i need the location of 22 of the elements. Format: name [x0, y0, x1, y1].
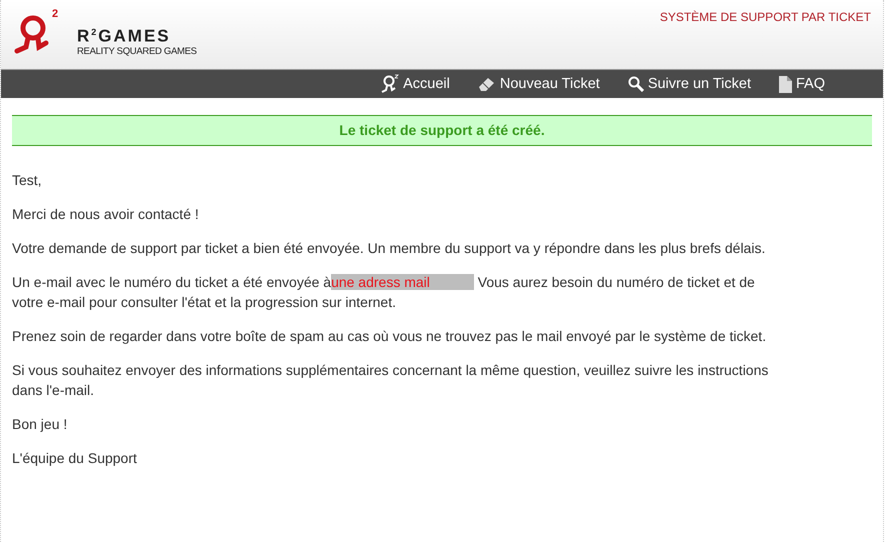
eraser-icon: [478, 76, 496, 92]
message-paragraph: Si vous souhaitez envoyer des informations supplémentaires concernant la même question, veuillez suivre les instructions dans l'e-mail.: [12, 361, 770, 400]
message-paragraph: Votre demande de support par ticket a bien été envoyée. Un membre du support va y répondre dans les plus brefs délais.: [12, 239, 766, 258]
email-address: une adress mail: [331, 274, 474, 290]
document-icon: [778, 76, 792, 92]
site-title: SYSTÈME DE SUPPORT PAR TICKET: [660, 9, 872, 24]
message-paragraph: Test,: [12, 171, 43, 190]
success-banner: Le ticket de support a été créé.: [12, 115, 872, 146]
nav-link[interactable]: Nouveau Ticket: [478, 76, 600, 92]
brand-tagline: REALITY SQUARED GAMES: [77, 46, 197, 57]
logo-superscript: 2: [52, 8, 58, 20]
message-paragraph: Un e-mail avec le numéro du ticket a été envoyée àune adress mail Vous aurez besoin du numéro de ticket et de votre e-mail pour consulter l'état et la progression sur internet.: [12, 273, 756, 312]
message-paragraph: Prenez soin de regarder dans votre boîte de spam au cas où vous ne trouvez pas le mail envoyé par le système de ticket.: [12, 327, 768, 346]
nav-link[interactable]: Suivre un Ticket: [628, 76, 751, 92]
figure-icon: [381, 74, 400, 94]
message-paragraph: Merci de nous avoir contacté !: [12, 205, 200, 224]
search-icon: [628, 76, 644, 92]
nav-link[interactable]: Accueil: [381, 74, 450, 94]
message-paragraph: Bon jeu !: [12, 415, 68, 434]
nav-link[interactable]: FAQ: [778, 76, 825, 92]
message-paragraph: L'équipe du Support: [12, 449, 138, 468]
brand-name: R$^{2}$GAMES: [77, 26, 172, 46]
